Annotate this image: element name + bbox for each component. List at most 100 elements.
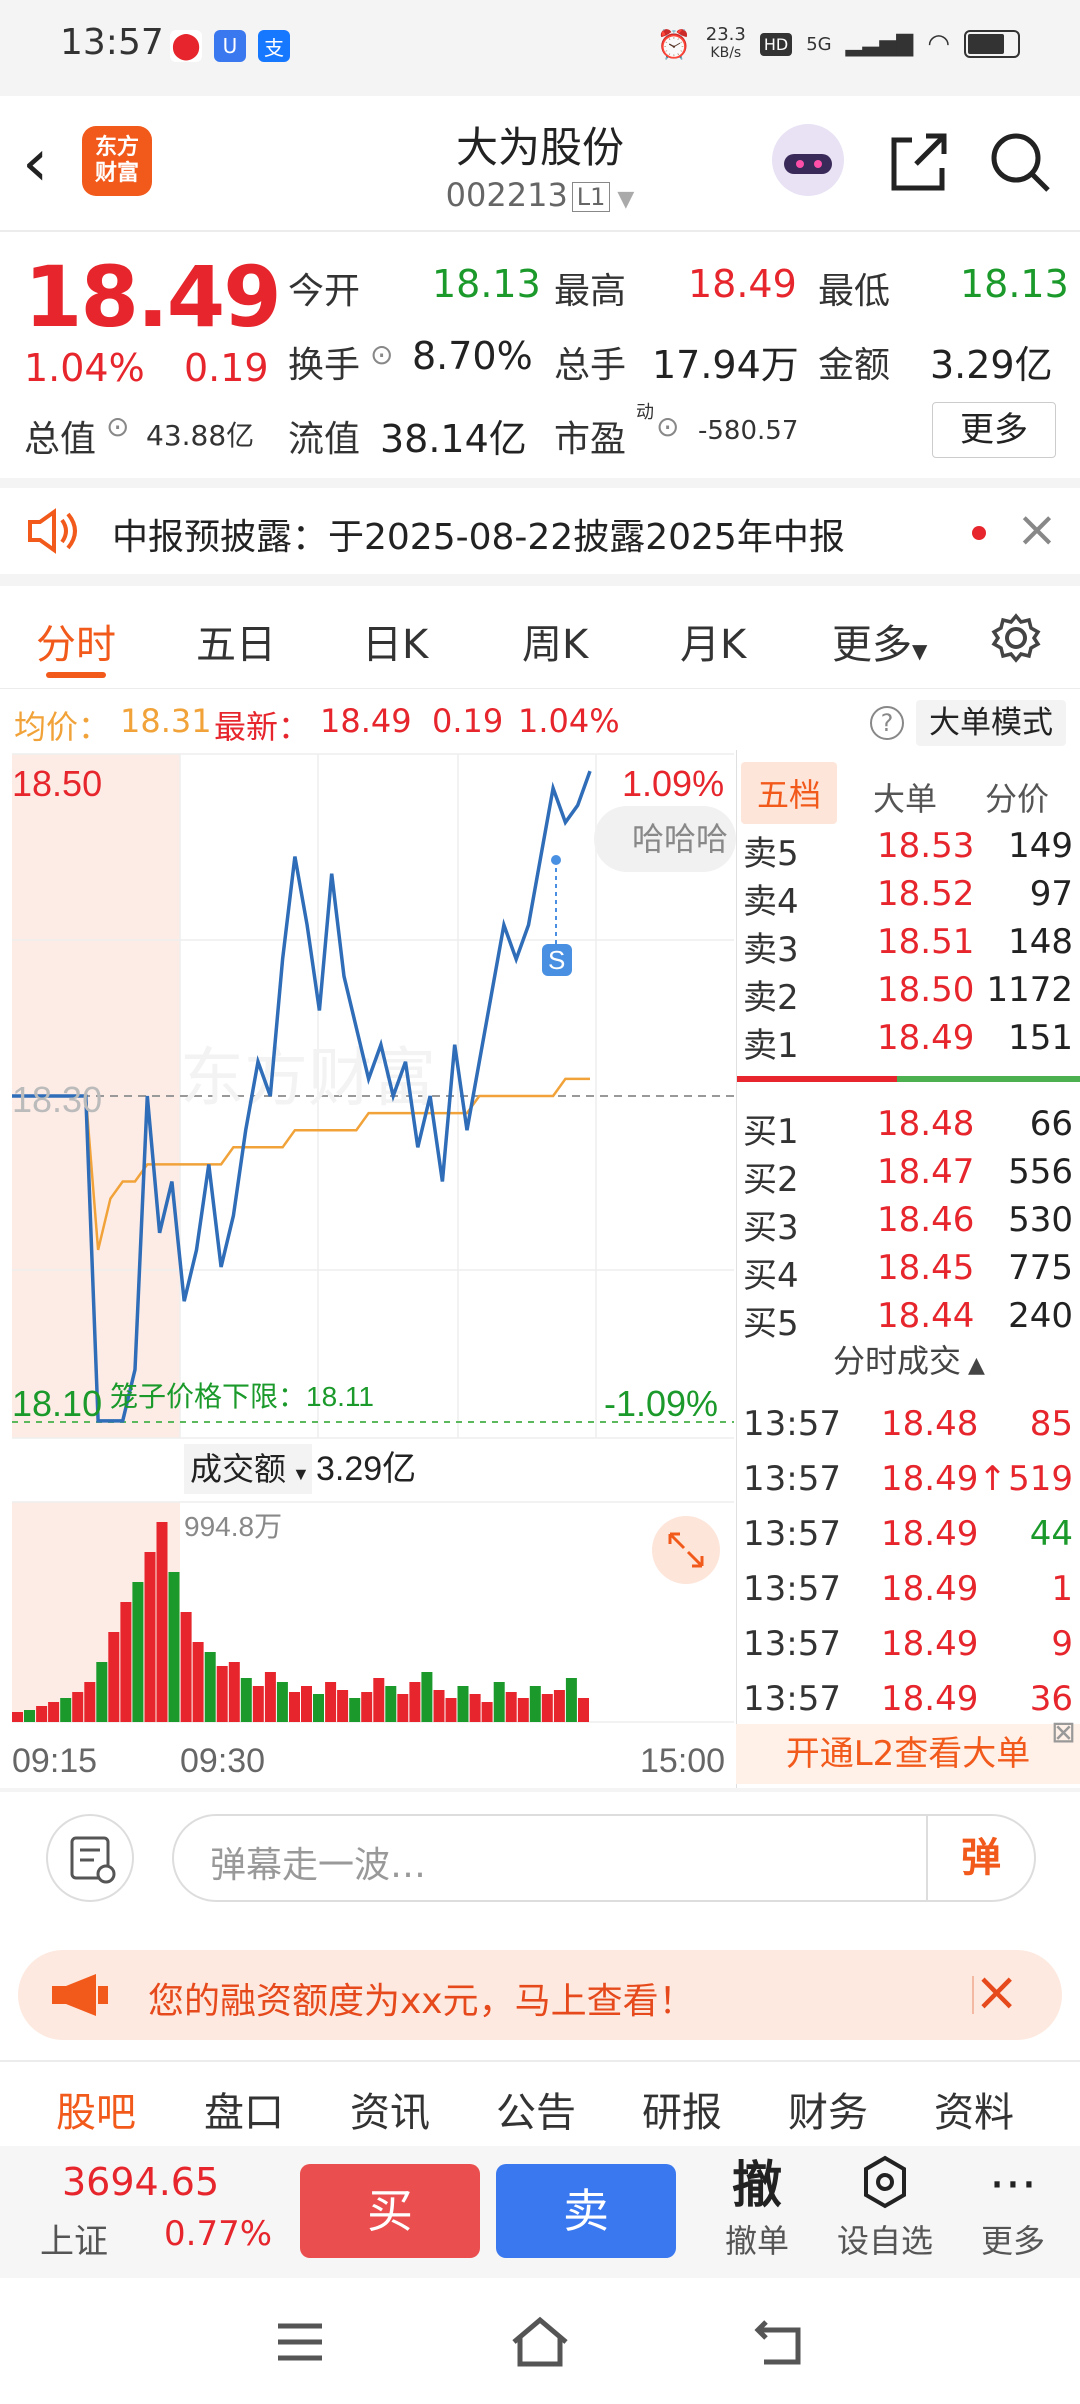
close-icon[interactable]: ×	[1016, 500, 1058, 558]
order-book: 五档 大单 分价 卖5 18.53 149 卖4 18.52 97 卖3 18.51 148 卖2…	[736, 750, 1080, 1788]
volume-bar	[72, 1692, 84, 1722]
volume-bar	[228, 1662, 240, 1722]
index-value[interactable]: 3694.65	[62, 2160, 219, 2204]
mktcap-value: 43.88亿	[146, 419, 255, 452]
back-nav-icon[interactable]	[752, 2316, 808, 2368]
tab-monthly-k[interactable]: 月K	[680, 612, 746, 670]
volume-bar	[349, 1698, 361, 1722]
bid-price: 18.47	[877, 1152, 975, 1192]
ask-row: 卖3 18.51 148	[737, 922, 1080, 970]
home-icon[interactable]	[508, 2314, 572, 2370]
divider	[0, 478, 1080, 488]
volume-bar	[156, 1522, 168, 1722]
tab-5day[interactable]: 五日	[196, 612, 276, 670]
bid-row: 买4 18.45 775	[737, 1248, 1080, 1296]
help-icon[interactable]: ?	[870, 706, 904, 740]
trade-volume: 519	[1008, 1459, 1073, 1499]
cancel-order-button[interactable]: 撤 撤单	[702, 2154, 812, 2262]
tab-handicap[interactable]: 盘口	[204, 2080, 284, 2138]
sell-button[interactable]: 卖	[496, 2164, 676, 2258]
hd-badge: HD	[759, 32, 793, 56]
dropdown-icon: ▼	[912, 639, 928, 663]
avg-label: 均价：	[14, 708, 111, 746]
tab-forum[interactable]: 股吧	[56, 2080, 136, 2138]
bottom-action-bar: 3694.65 上证 0.77% 买 卖 撤 撤单 设自选 ··· 更多	[0, 2146, 1080, 2278]
ai-robot-icon[interactable]	[772, 124, 844, 196]
s-marker-dot	[551, 855, 561, 865]
bid-row: 买3 18.46 530	[737, 1200, 1080, 1248]
menu-icon[interactable]	[272, 2318, 328, 2366]
info-icon[interactable]: ⊙	[370, 338, 393, 371]
big-order-mode-button[interactable]: 大单模式	[916, 700, 1066, 746]
cage-limit-label: 笼子价格下限：18.11	[110, 1381, 374, 1412]
status-time: 13:57	[60, 22, 164, 63]
volume-bar	[457, 1686, 469, 1722]
tab-profile[interactable]: 资料	[934, 2080, 1014, 2138]
trade-time: 13:57	[743, 1404, 841, 1444]
more-actions-button[interactable]: ··· 更多	[958, 2154, 1068, 2262]
tab-announce[interactable]: 公告	[496, 2080, 576, 2138]
signal-icon: ▂▃▅▇	[845, 31, 914, 57]
volume-bar	[180, 1612, 192, 1722]
ask-level: 卖1	[743, 1026, 799, 1066]
bid-level: 买2	[743, 1160, 799, 1200]
ask-price: 18.53	[877, 826, 975, 866]
net-speed: 23.3	[705, 24, 746, 45]
tab-intraday[interactable]: 分时	[36, 612, 116, 670]
high-value: 18.49	[688, 262, 797, 306]
trade-time: 13:57	[743, 1569, 841, 1609]
volume-bar	[96, 1662, 108, 1722]
danmu-input[interactable]: 弹幕走一波… 弹	[172, 1814, 1036, 1902]
signal-label: 5G	[806, 33, 832, 55]
search-icon[interactable]	[988, 130, 1052, 194]
margin-banner[interactable]: 您的融资额度为xx元，马上查看！ ×	[18, 1950, 1062, 2040]
share-icon[interactable]	[886, 130, 950, 194]
active-tab-indicator	[46, 672, 106, 678]
tab-finance[interactable]: 财务	[788, 2080, 868, 2138]
ask-volume: 1172	[986, 970, 1073, 1010]
l2-upgrade-banner[interactable]: 开通L2查看大单 ⊠	[736, 1718, 1080, 1784]
pe-value: -580.57	[698, 416, 799, 446]
tab-more[interactable]: 更多▼	[832, 612, 927, 670]
notice-bar[interactable]: 中报预披露：于2025-08-22披露2025年中报 ×	[0, 488, 1080, 574]
gear-icon[interactable]	[990, 612, 1042, 664]
close-icon[interactable]: ⊠	[1051, 1718, 1076, 1748]
volume-bar	[409, 1682, 421, 1722]
more-button[interactable]: 更多	[932, 402, 1056, 458]
volume-bar	[252, 1686, 264, 1722]
info-icon[interactable]: ⊙	[106, 410, 129, 443]
trade-volume: 1	[1051, 1569, 1073, 1609]
megaphone-icon	[52, 1974, 108, 2016]
latest-pct: 1.04%	[518, 702, 620, 740]
volume-bar	[276, 1682, 288, 1722]
tab-five-levels[interactable]: 五档	[741, 762, 838, 824]
tab-daily-k[interactable]: 日K	[362, 612, 428, 670]
tab-price-dist[interactable]: 分价	[985, 774, 1049, 820]
danmu-send-button[interactable]: 弹	[926, 1816, 1034, 1900]
tab-news[interactable]: 资讯	[350, 2080, 430, 2138]
close-icon[interactable]: ×	[974, 1962, 1019, 2022]
trade-row: 13:57 18.48 85	[737, 1404, 1080, 1458]
watchlist-button[interactable]: 设自选	[830, 2154, 940, 2262]
tab-research[interactable]: 研报	[642, 2080, 722, 2138]
danmu-settings-icon[interactable]	[46, 1814, 134, 1902]
expand-icon-bg[interactable]	[652, 1516, 720, 1584]
hexagon-icon	[830, 2154, 940, 2216]
trades-title[interactable]: 分时成交 ▲	[737, 1336, 1080, 1382]
bid-level: 买1	[743, 1112, 799, 1152]
intraday-chart[interactable]: 东方财富 S 18.50 18.30 18.10 1.09% -1.09% 笼子…	[0, 750, 736, 1788]
divider	[0, 2060, 1080, 2062]
info-icon[interactable]: ⊙	[656, 410, 679, 443]
high-label: 最高	[554, 271, 627, 312]
volume-bar	[36, 1706, 48, 1722]
volume-bar	[397, 1694, 409, 1722]
volume-bar	[313, 1694, 324, 1722]
open-value: 18.13	[432, 262, 541, 306]
current-price: 18.49	[24, 248, 282, 346]
trade-volume: 85	[1029, 1404, 1073, 1444]
volume-bar	[84, 1682, 96, 1722]
tab-weekly-k[interactable]: 周K	[522, 612, 588, 670]
volume-bar	[168, 1572, 180, 1722]
tab-big-orders[interactable]: 大单	[873, 774, 937, 820]
buy-button[interactable]: 买	[300, 2164, 480, 2258]
